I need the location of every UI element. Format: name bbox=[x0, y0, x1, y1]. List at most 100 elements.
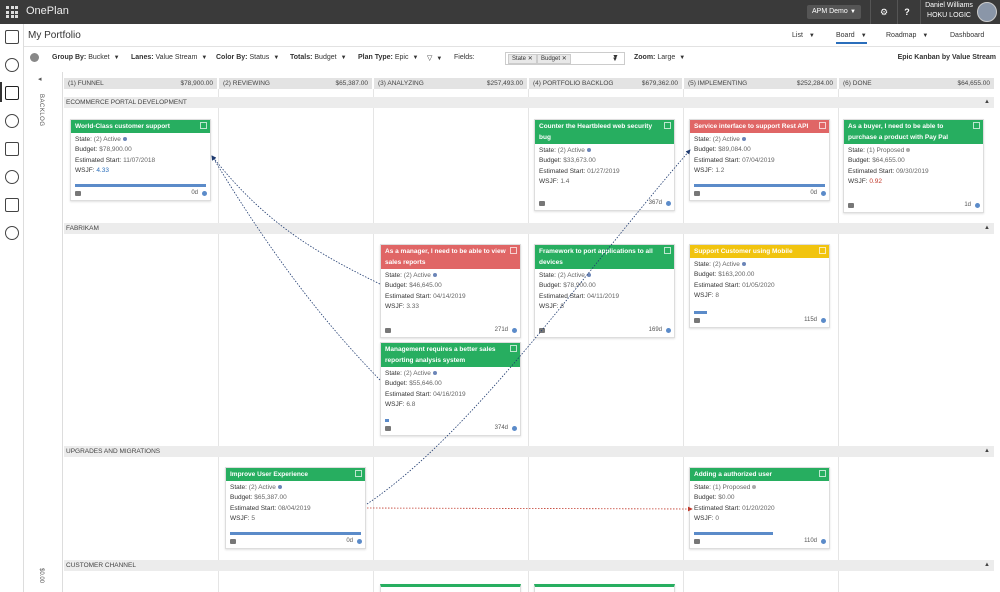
tab-label: Dashboard bbox=[950, 32, 985, 39]
timesheet-icon[interactable] bbox=[5, 198, 19, 212]
card-title[interactable]: Improve User Experience bbox=[226, 468, 365, 481]
card-menu-icon[interactable] bbox=[200, 122, 207, 129]
avatar[interactable] bbox=[977, 2, 997, 22]
epic-card[interactable]: Improve User Experience State: (2) Active… bbox=[225, 467, 366, 549]
settings-icon[interactable] bbox=[30, 53, 39, 62]
comment-icon[interactable] bbox=[385, 426, 391, 431]
lane-header-ecommerce[interactable]: ECOMMERCE PORTAL DEVELOPMENT ▲ bbox=[64, 97, 994, 108]
epic-card[interactable]: As a buyer, I need to be able to purchas… bbox=[843, 119, 984, 213]
card-title[interactable]: Counter the Heartbleed web security bug bbox=[535, 120, 674, 144]
target-icon[interactable] bbox=[5, 170, 19, 184]
chevron-up-icon[interactable]: ▲ bbox=[984, 446, 990, 457]
people-icon[interactable] bbox=[5, 114, 19, 128]
card-title[interactable]: As a manager, I need to be able to view … bbox=[381, 245, 520, 269]
tab-dashboard[interactable]: Dashboard bbox=[950, 32, 984, 39]
field-chip-state[interactable]: State ✕ bbox=[508, 54, 537, 64]
board-icon[interactable] bbox=[5, 86, 19, 100]
workspace-dropdown[interactable]: APM Demo ▼ bbox=[807, 5, 861, 19]
backlog-panel[interactable]: ◂ BACKLOG $0.00 bbox=[24, 72, 63, 592]
epic-card[interactable]: Adding a authorized user State: (1) Propo… bbox=[689, 467, 830, 549]
card-title[interactable]: World-Class customer support bbox=[71, 120, 210, 133]
card-menu-icon[interactable] bbox=[664, 247, 671, 254]
lanes-dropdown[interactable]: Lanes: Value Stream ▼ bbox=[131, 54, 207, 61]
card-wsjf-row: WSJF: 5 bbox=[230, 514, 361, 524]
tab-roadmap[interactable]: Roadmap ▼ bbox=[886, 32, 928, 39]
card-menu-icon[interactable] bbox=[355, 470, 362, 477]
epic-card[interactable]: As a manager, I need to be able to view … bbox=[380, 244, 521, 338]
epic-card[interactable]: World-Class customer support State: (2) A… bbox=[70, 119, 211, 201]
column-header-portfolio-backlog[interactable]: (4) PORTFOLIO BACKLOG $679,362.00 bbox=[529, 78, 682, 89]
progress-fill bbox=[230, 532, 361, 535]
epic-card[interactable]: Counter the Heartbleed web security bug S… bbox=[534, 119, 675, 211]
card-title[interactable]: Framework to port applications to all de… bbox=[535, 245, 674, 269]
comment-icon[interactable] bbox=[75, 191, 81, 196]
budget-label: Budget: bbox=[848, 157, 871, 165]
card-title[interactable]: Support Customer using Mobile bbox=[690, 245, 829, 258]
close-icon[interactable]: ✕ bbox=[528, 56, 533, 62]
filter-icon[interactable]: ▽ ▼ bbox=[427, 54, 442, 62]
chevron-up-icon[interactable]: ▲ bbox=[984, 223, 990, 234]
epic-card[interactable]: Support Customer using Mobile State: (2) … bbox=[689, 244, 830, 328]
field-chip-budget[interactable]: Budget ✕ bbox=[537, 54, 571, 64]
comment-icon[interactable] bbox=[848, 203, 854, 208]
card-menu-icon[interactable] bbox=[819, 247, 826, 254]
calendar-icon[interactable] bbox=[5, 142, 19, 156]
status-dot-icon bbox=[741, 262, 746, 267]
tab-list[interactable]: List ▼ bbox=[792, 32, 815, 39]
comment-icon[interactable] bbox=[539, 328, 545, 333]
age-indicator-icon bbox=[821, 539, 826, 544]
comment-icon[interactable] bbox=[694, 539, 700, 544]
stopwatch-icon[interactable] bbox=[5, 58, 19, 72]
close-icon[interactable]: ✕ bbox=[562, 56, 567, 62]
column-header-reviewing[interactable]: (2) REVIEWING $65,387.00 bbox=[219, 78, 372, 89]
column-header-funnel[interactable]: (1) FUNNEL $78,900.00 bbox=[64, 78, 217, 89]
status-dot-icon bbox=[432, 273, 437, 278]
comment-icon[interactable] bbox=[694, 191, 700, 196]
comment-icon[interactable] bbox=[385, 328, 391, 333]
card-title[interactable]: Management requires a better sales repor… bbox=[381, 343, 520, 367]
comment-icon[interactable] bbox=[230, 539, 236, 544]
column-header-implementing[interactable]: (5) IMPLEMENTING $252,284.00 bbox=[684, 78, 837, 89]
lane-header-customer-channel[interactable]: CUSTOMER CHANNEL ▲ bbox=[64, 560, 994, 571]
epic-card[interactable]: Service interface to support Rest API Sta… bbox=[689, 119, 830, 201]
totals-dropdown[interactable]: Totals: Budget ▼ bbox=[290, 54, 347, 61]
briefcase-icon[interactable] bbox=[5, 30, 19, 44]
gear-icon[interactable]: ⚙ bbox=[877, 5, 891, 19]
epic-card[interactable] bbox=[534, 584, 675, 592]
plan-type-dropdown[interactable]: Plan Type: Epic ▼ bbox=[358, 54, 418, 61]
card-start-row: Estimated Start: 11/07/2018 bbox=[75, 156, 206, 166]
group-by-dropdown[interactable]: Group By: Bucket ▼ bbox=[52, 54, 120, 61]
epic-card[interactable] bbox=[380, 584, 521, 592]
user-icon[interactable] bbox=[5, 226, 19, 240]
color-by-dropdown[interactable]: Color By: Status ▼ bbox=[216, 54, 279, 61]
card-title[interactable]: As a buyer, I need to be able to purchas… bbox=[844, 120, 983, 144]
card-budget-row: Budget: $33,673.00 bbox=[539, 156, 670, 166]
tab-board[interactable]: Board ▼ bbox=[836, 32, 867, 44]
epic-card[interactable]: Framework to port applications to all de… bbox=[534, 244, 675, 338]
card-menu-icon[interactable] bbox=[510, 247, 517, 254]
chevron-left-icon[interactable]: ◂ bbox=[38, 75, 42, 83]
card-title[interactable]: Adding a authorized user bbox=[690, 468, 829, 481]
chevron-down-icon[interactable]: ▼ bbox=[612, 54, 619, 61]
epic-card[interactable]: Management requires a better sales repor… bbox=[380, 342, 521, 436]
card-title[interactable]: Service interface to support Rest API bbox=[690, 120, 829, 133]
lane-header-fabrikam[interactable]: FABRIKAM ▲ bbox=[64, 223, 994, 234]
column-header-done[interactable]: (6) DONE $64,655.00 bbox=[839, 78, 994, 89]
zoom-dropdown[interactable]: Zoom: Large ▼ bbox=[634, 54, 685, 61]
card-menu-icon[interactable] bbox=[510, 345, 517, 352]
card-menu-icon[interactable] bbox=[973, 122, 980, 129]
column-header-analyzing[interactable]: (3) ANALYZING $257,493.00 bbox=[374, 78, 527, 89]
fields-selector[interactable]: State ✕ Budget ✕ ▼ bbox=[505, 52, 625, 65]
lane-header-upgrades[interactable]: UPGRADES AND MIGRATIONS ▲ bbox=[64, 446, 994, 457]
start-label: Estimated Start: bbox=[694, 281, 741, 289]
app-launcher-icon[interactable] bbox=[6, 6, 18, 18]
card-state: (2) Active bbox=[557, 147, 585, 154]
comment-icon[interactable] bbox=[539, 201, 545, 206]
card-menu-icon[interactable] bbox=[819, 122, 826, 129]
card-menu-icon[interactable] bbox=[819, 470, 826, 477]
comment-icon[interactable] bbox=[694, 318, 700, 323]
help-icon[interactable]: ? bbox=[900, 5, 914, 19]
card-menu-icon[interactable] bbox=[664, 122, 671, 129]
chevron-up-icon[interactable]: ▲ bbox=[984, 97, 990, 108]
chevron-up-icon[interactable]: ▲ bbox=[984, 560, 990, 571]
